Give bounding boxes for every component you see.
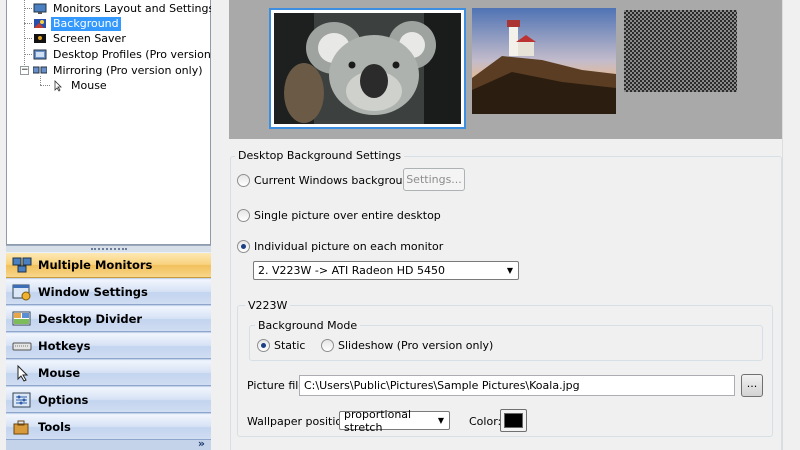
radio-label: Individual picture on each monitor — [254, 240, 444, 253]
options-icon — [12, 391, 32, 409]
chevron-down-icon: ▼ — [437, 416, 445, 425]
pane-divider — [211, 0, 229, 450]
monitor-preview-3[interactable] — [624, 10, 737, 92]
radio-label: Static — [274, 339, 306, 352]
color-swatch — [504, 413, 523, 428]
nav-label: Tools — [38, 420, 71, 434]
nav-more-button[interactable]: » — [198, 437, 205, 450]
nav-options[interactable]: Options — [6, 387, 211, 413]
monitor-select-value: 2. V223W -> ATI Radeon HD 5450 — [258, 264, 446, 277]
tree-connector — [24, 38, 32, 39]
nav-label: Hotkeys — [38, 339, 91, 353]
tools-icon — [12, 418, 32, 436]
desktop-divider-icon — [12, 310, 32, 328]
tree-item-label: Mirroring (Pro version only) — [53, 63, 203, 77]
nav-label: Window Settings — [38, 285, 148, 299]
radio-current-background[interactable]: Current Windows background — [237, 174, 416, 187]
tree-item-monitors-layout[interactable]: Monitors Layout and Settings — [33, 1, 216, 16]
radio-static[interactable]: Static — [257, 339, 305, 352]
monitor-preview — [229, 0, 782, 139]
collapse-icon[interactable]: − — [20, 66, 29, 75]
wallpaper-position-label: Wallpaper position: — [247, 415, 353, 428]
monitor-preview-1[interactable] — [269, 8, 466, 129]
keyboard-icon — [12, 337, 32, 355]
multiple-monitors-icon — [12, 256, 32, 274]
radio-indicator — [321, 339, 334, 352]
nav-mouse[interactable]: Mouse — [6, 360, 211, 386]
group-title: Desktop Background Settings — [235, 149, 405, 162]
browse-button[interactable]: ... — [741, 374, 763, 397]
color-label: Color: — [469, 415, 502, 428]
radio-label: Slideshow (Pro version only) — [338, 339, 494, 352]
grip-icon — [90, 248, 127, 250]
tree-item-mirroring[interactable]: Mirroring (Pro version only) — [32, 63, 205, 78]
monitor-preview-2[interactable] — [472, 8, 616, 114]
tree-item-mouse[interactable]: Mouse — [51, 78, 109, 93]
settings-tree[interactable]: − Monitors Layout and Settings Backgroun… — [6, 0, 242, 245]
monitor-group-title: V223W — [245, 299, 291, 312]
radio-individual-picture[interactable]: Individual picture on each monitor — [237, 240, 443, 253]
tree-item-label: Screen Saver — [53, 31, 126, 45]
pane-splitter[interactable] — [6, 245, 211, 252]
radio-indicator — [257, 339, 270, 352]
tree-item-screen-saver[interactable]: Screen Saver — [33, 31, 128, 46]
nav-desktop-divider[interactable]: Desktop Divider — [6, 306, 211, 332]
monitor-select[interactable]: 2. V223W -> ATI Radeon HD 5450 ▼ — [253, 261, 519, 280]
vertical-scrollbar[interactable] — [782, 0, 800, 450]
radio-indicator — [237, 174, 250, 187]
mouse-icon — [12, 364, 32, 382]
settings-button[interactable]: Settings... — [403, 168, 465, 191]
tree-item-label: Background — [51, 16, 121, 31]
nav-multiple-monitors[interactable]: Multiple Monitors — [6, 252, 211, 278]
monitor-icon — [33, 3, 47, 15]
wallpaper-position-select[interactable]: proportional stretch ▼ — [339, 408, 450, 434]
mirroring-icon — [32, 65, 48, 77]
tree-connector — [40, 85, 50, 86]
tree-item-label: Monitors Layout and Settings — [53, 1, 215, 15]
koala-wallpaper — [274, 13, 461, 124]
tree-connector — [24, 23, 32, 24]
mouse-icon — [51, 79, 65, 92]
nav-hotkeys[interactable]: Hotkeys — [6, 333, 211, 359]
tree-connector — [24, 54, 32, 55]
nav-window-settings[interactable]: Window Settings — [6, 279, 211, 305]
profiles-icon — [33, 49, 47, 61]
nav-tools[interactable]: Tools — [6, 414, 211, 440]
radio-indicator — [237, 240, 250, 253]
picture-file-value: C:\Users\Public\Pictures\Sample Pictures… — [304, 379, 580, 392]
settings-panel: Desktop Background Settings Current Wind… — [229, 139, 782, 450]
window-settings-icon — [12, 283, 32, 301]
radio-slideshow[interactable]: Slideshow (Pro version only) — [321, 339, 493, 352]
nav-label: Mouse — [38, 366, 81, 380]
radio-indicator — [237, 209, 250, 222]
radio-label: Single picture over entire desktop — [254, 209, 441, 222]
chevron-down-icon: ▼ — [506, 266, 514, 275]
lighthouse-wallpaper — [472, 8, 616, 114]
color-picker-button[interactable] — [500, 409, 527, 432]
background-icon — [33, 18, 47, 30]
tree-item-background[interactable]: Background — [33, 16, 121, 31]
picture-file-input[interactable]: C:\Users\Public\Pictures\Sample Pictures… — [299, 375, 735, 396]
tree-connector — [24, 8, 32, 9]
radio-label: Current Windows background — [254, 174, 417, 187]
screensaver-icon — [33, 33, 47, 45]
background-mode-title: Background Mode — [255, 319, 361, 332]
tree-item-label: Mouse — [71, 78, 107, 92]
nav-label: Multiple Monitors — [38, 258, 153, 272]
nav-label: Desktop Divider — [38, 312, 143, 326]
navigation-pane: Multiple Monitors Window Settings Deskto… — [6, 252, 211, 450]
radio-single-picture[interactable]: Single picture over entire desktop — [237, 209, 441, 222]
nav-label: Options — [38, 393, 89, 407]
